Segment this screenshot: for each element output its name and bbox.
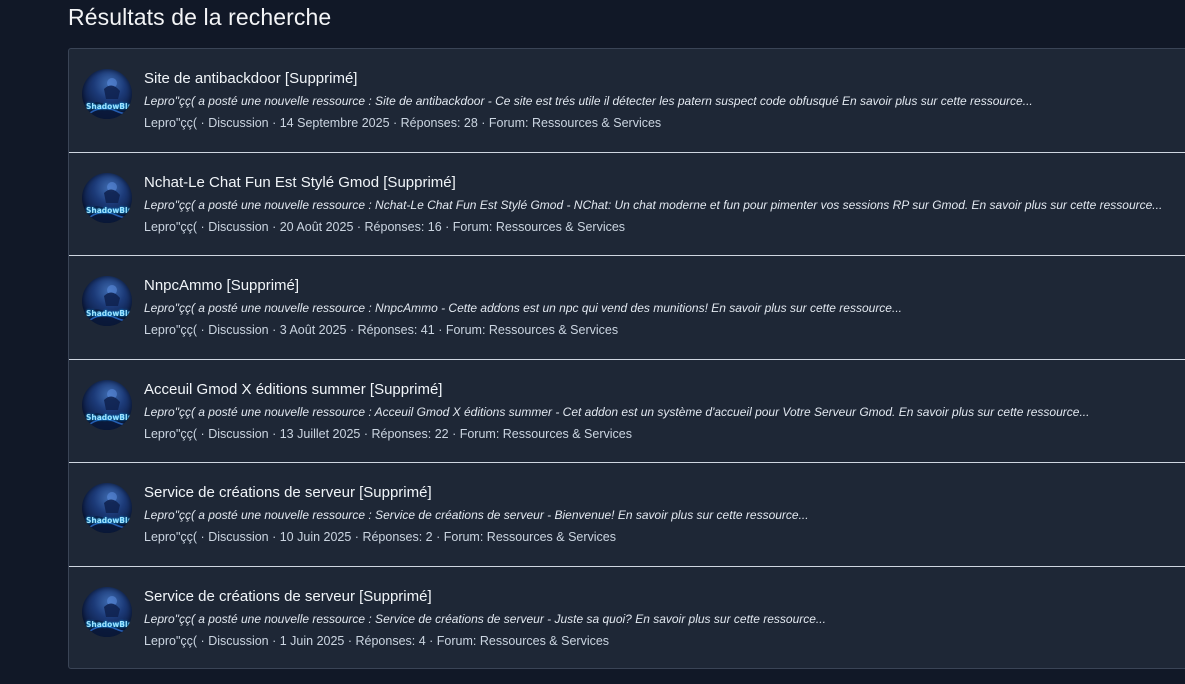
- meta-separator: ·: [197, 116, 209, 130]
- result-forum-link[interactable]: Forum: Ressources & Services: [489, 116, 661, 130]
- result-replies: Réponses: 16: [364, 219, 442, 234]
- author-avatar-icon[interactable]: ShadowBlaze: [82, 276, 132, 326]
- meta-separator: ·: [448, 426, 460, 441]
- result-replies: Réponses: 28: [400, 116, 478, 130]
- result-title-link[interactable]: Site de antibackdoor [Supprimé]: [144, 70, 357, 87]
- avatar-label: ShadowBlaze: [86, 309, 132, 318]
- result-replies: Réponses: 4: [355, 633, 426, 648]
- result-author-link[interactable]: Lepro"çç(: [144, 323, 197, 337]
- meta-separator: ·: [197, 323, 209, 337]
- avatar-label: ShadowBlaze: [86, 516, 132, 525]
- author-avatar-icon[interactable]: ShadowBlaze: [82, 483, 132, 533]
- author-avatar-icon[interactable]: ShadowBlaze: [82, 69, 132, 119]
- result-title-link[interactable]: Nchat-Le Chat Fun Est Stylé Gmod [Suppri…: [144, 174, 456, 191]
- avatar-art: [82, 285, 132, 326]
- result-title-link[interactable]: Service de créations de serveur [Supprim…: [144, 484, 432, 501]
- avatar-label: ShadowBlaze: [86, 619, 132, 629]
- result-replies: Réponses: 22: [371, 426, 449, 441]
- search-result-row: ShadowBlaze Nchat-Le Chat Fun Est Stylé …: [69, 153, 1185, 256]
- result-title-link[interactable]: Service de créations de serveur [Supprim…: [144, 588, 432, 605]
- result-meta: Lepro"çç( · Discussion · 20 Août 2025 · …: [144, 220, 625, 234]
- search-result-row: ShadowBlaze Site de antibackdoor [Suppri…: [69, 49, 1185, 153]
- result-type: Discussion: [208, 530, 269, 544]
- meta-separator: ·: [432, 530, 444, 544]
- search-result-row: ShadowBlaze NnpcAmmo [Supprimé] Lepro"çç…: [69, 256, 1185, 360]
- result-author-link[interactable]: Lepro"çç(: [144, 427, 197, 441]
- avatar-art: [82, 78, 132, 119]
- result-meta: Lepro"çç( · Discussion · 14 Septembre 20…: [144, 116, 661, 130]
- result-meta: Lepro"çç( · Discussion · 13 Juillet 2025…: [144, 427, 632, 441]
- meta-separator: ·: [268, 426, 280, 441]
- result-title-link[interactable]: Acceuil Gmod X éditions summer [Supprimé…: [144, 381, 442, 398]
- meta-separator: ·: [268, 633, 280, 648]
- result-snippet: Lepro"çç( a posté une nouvelle ressource…: [144, 197, 1163, 212]
- result-snippet: Lepro"çç( a posté une nouvelle ressource…: [144, 94, 1033, 108]
- avatar-art: [82, 492, 132, 533]
- author-avatar-icon[interactable]: ShadowBlaze: [82, 379, 132, 430]
- result-meta: Lepro"çç( · Discussion · 1 Juin 2025 · R…: [144, 634, 609, 648]
- meta-separator: ·: [477, 116, 489, 130]
- result-snippet: Lepro"çç( a posté une nouvelle ressource…: [144, 508, 809, 522]
- search-results-list: ShadowBlaze Site de antibackdoor [Suppri…: [68, 48, 1185, 669]
- result-snippet: Lepro"çç( a posté une nouvelle ressource…: [144, 611, 826, 626]
- search-result-row: ShadowBlaze Service de créations de serv…: [69, 567, 1185, 669]
- result-type: Discussion: [208, 219, 269, 234]
- avatar-art: [82, 595, 132, 637]
- avatar-label: ShadowBlaze: [86, 102, 132, 111]
- result-forum-link[interactable]: Forum: Ressources & Services: [446, 323, 618, 337]
- result-date: 20 Août 2025: [279, 219, 354, 234]
- result-forum-link[interactable]: Forum: Ressources & Services: [460, 427, 632, 441]
- avatar-label: ShadowBlaze: [86, 412, 132, 422]
- result-type: Discussion: [208, 633, 269, 648]
- meta-separator: ·: [344, 633, 356, 648]
- result-date: 13 Juillet 2025: [279, 426, 361, 441]
- meta-separator: ·: [268, 219, 280, 234]
- meta-separator: ·: [268, 323, 280, 337]
- author-avatar-icon[interactable]: ShadowBlaze: [82, 586, 132, 637]
- meta-separator: ·: [425, 633, 437, 648]
- result-type: Discussion: [208, 323, 269, 337]
- meta-separator: ·: [360, 426, 372, 441]
- meta-separator: ·: [434, 323, 446, 337]
- meta-separator: ·: [353, 219, 365, 234]
- meta-separator: ·: [351, 530, 363, 544]
- meta-separator: ·: [197, 426, 209, 441]
- result-date: 14 Septembre 2025: [279, 116, 390, 130]
- avatar-label: ShadowBlaze: [86, 205, 132, 215]
- meta-separator: ·: [268, 530, 280, 544]
- result-author-link[interactable]: Lepro"çç(: [144, 116, 197, 130]
- result-forum-link[interactable]: Forum: Ressources & Services: [444, 530, 616, 544]
- result-type: Discussion: [208, 426, 269, 441]
- result-meta: Lepro"çç( · Discussion · 3 Août 2025 · R…: [144, 323, 618, 337]
- result-date: 3 Août 2025: [279, 323, 347, 337]
- meta-separator: ·: [441, 219, 453, 234]
- meta-separator: ·: [389, 116, 401, 130]
- result-replies: Réponses: 41: [357, 323, 435, 337]
- result-author-link[interactable]: Lepro"çç(: [144, 634, 197, 648]
- page-title: Résultats de la recherche: [68, 4, 332, 30]
- result-author-link[interactable]: Lepro"çç(: [144, 530, 197, 544]
- avatar-art: [82, 181, 132, 223]
- result-date: 10 Juin 2025: [279, 530, 352, 544]
- result-author-link[interactable]: Lepro"çç(: [144, 220, 197, 234]
- result-date: 1 Juin 2025: [279, 633, 345, 648]
- result-snippet: Lepro"çç( a posté une nouvelle ressource…: [144, 404, 1090, 419]
- meta-separator: ·: [197, 219, 209, 234]
- search-result-row: ShadowBlaze Acceuil Gmod X éditions summ…: [69, 360, 1185, 463]
- meta-separator: ·: [197, 633, 209, 648]
- result-snippet: Lepro"çç( a posté une nouvelle ressource…: [144, 301, 902, 315]
- search-result-row: ShadowBlaze Service de créations de serv…: [69, 463, 1185, 567]
- result-forum-link[interactable]: Forum: Ressources & Services: [437, 634, 609, 648]
- result-forum-link[interactable]: Forum: Ressources & Services: [453, 220, 625, 234]
- meta-separator: ·: [346, 323, 358, 337]
- result-replies: Réponses: 2: [362, 530, 433, 544]
- result-title-link[interactable]: NnpcAmmo [Supprimé]: [144, 277, 299, 294]
- avatar-art: [82, 388, 132, 430]
- meta-separator: ·: [197, 530, 209, 544]
- result-meta: Lepro"çç( · Discussion · 10 Juin 2025 · …: [144, 530, 616, 544]
- author-avatar-icon[interactable]: ShadowBlaze: [82, 172, 132, 223]
- meta-separator: ·: [268, 116, 280, 130]
- result-type: Discussion: [208, 116, 269, 130]
